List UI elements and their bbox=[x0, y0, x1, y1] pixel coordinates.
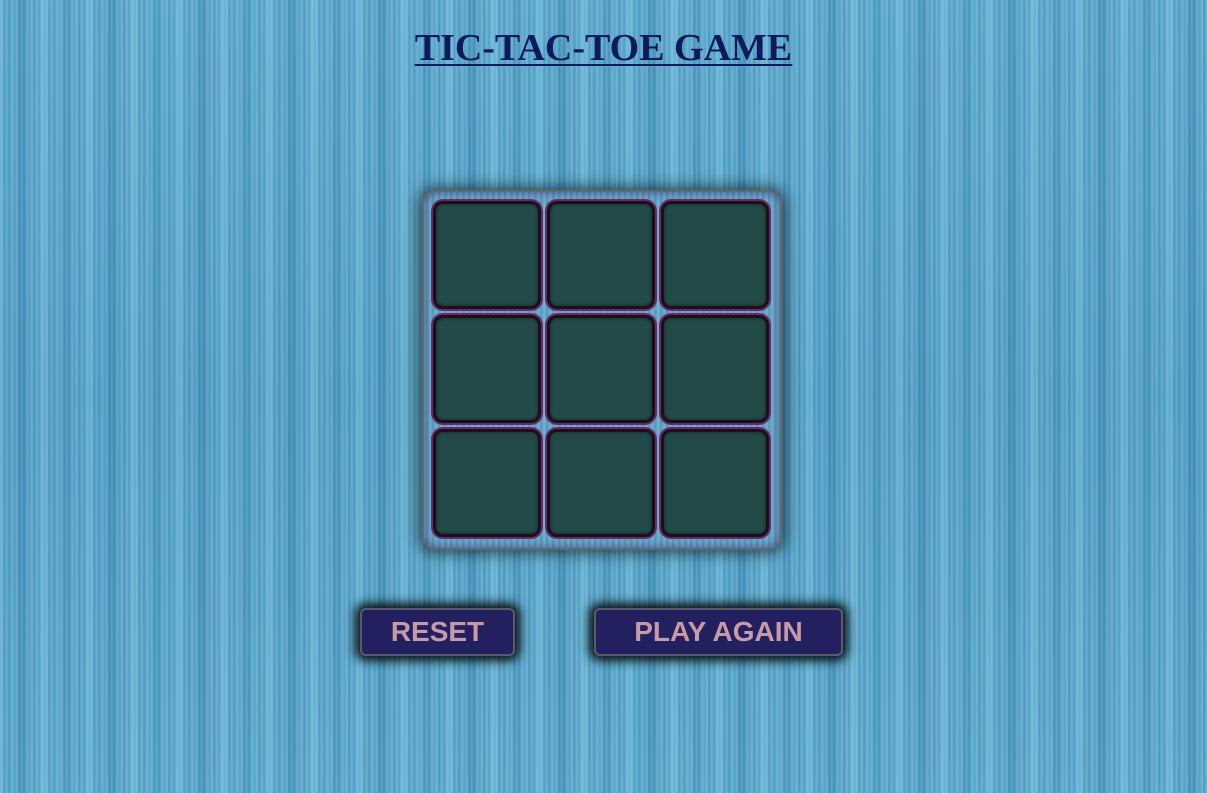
board-cell-5[interactable] bbox=[547, 315, 655, 423]
board-cell-1[interactable] bbox=[433, 201, 541, 309]
board-cell-2[interactable] bbox=[547, 201, 655, 309]
board-cell-7[interactable] bbox=[433, 429, 541, 537]
board-cell-9[interactable] bbox=[661, 429, 769, 537]
play-again-button[interactable]: PLAY AGAIN bbox=[594, 608, 843, 656]
page-title: TIC-TAC-TOE GAME bbox=[414, 27, 793, 69]
board-cell-8[interactable] bbox=[547, 429, 655, 537]
board-cell-6[interactable] bbox=[661, 315, 769, 423]
board-cell-4[interactable] bbox=[433, 315, 541, 423]
game-board bbox=[422, 190, 782, 550]
reset-button[interactable]: RESET bbox=[360, 608, 515, 656]
board-cell-3[interactable] bbox=[661, 201, 769, 309]
